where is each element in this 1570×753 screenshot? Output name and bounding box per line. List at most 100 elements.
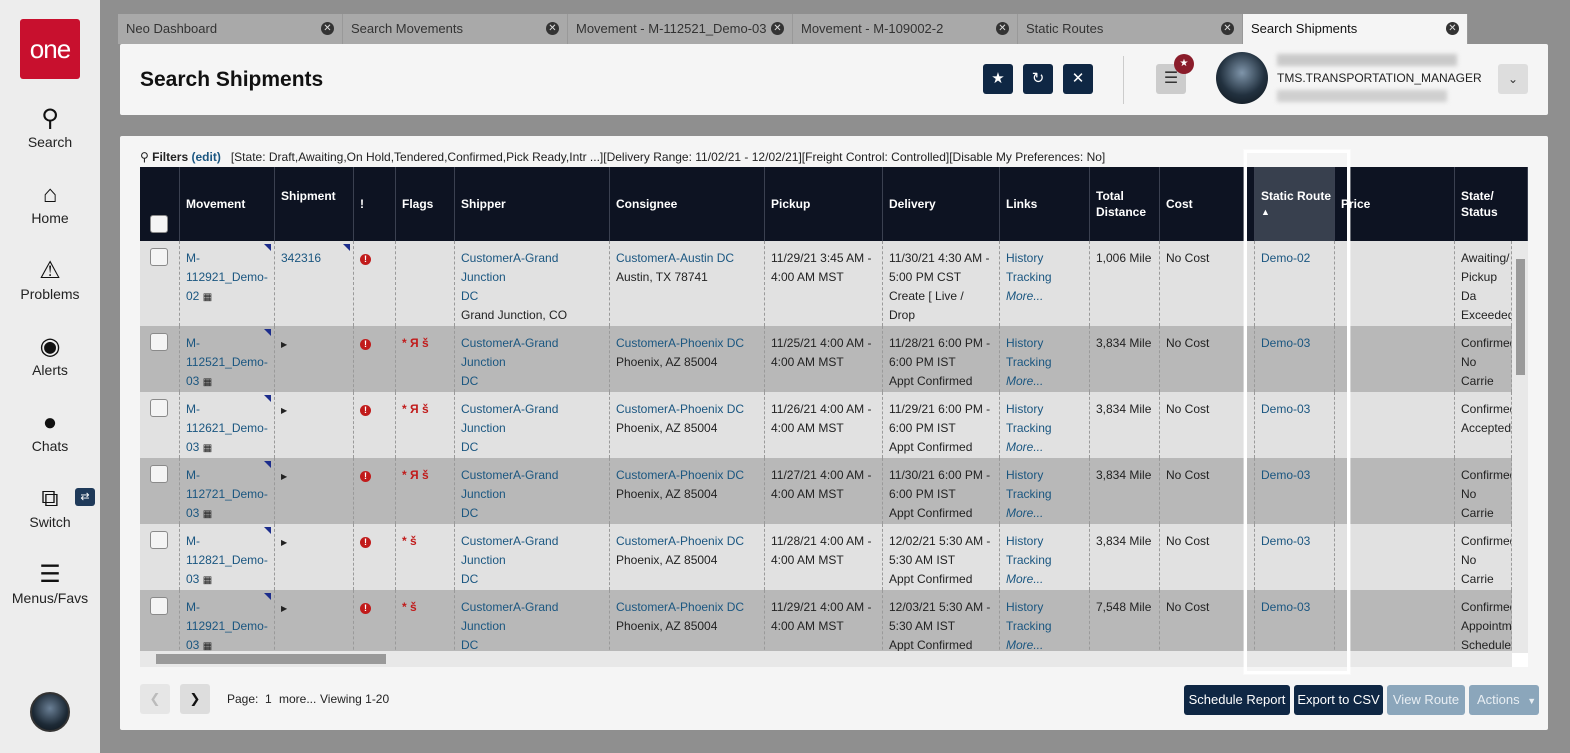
col-shipper[interactable]: Shipper — [455, 167, 610, 241]
shipper-link[interactable]: CustomerA-Grand Junction DC — [461, 251, 558, 303]
close-icon[interactable]: ✕ — [1221, 22, 1234, 35]
shipper-link[interactable]: CustomerA-Grand Junction DC — [461, 534, 558, 586]
alert-icon[interactable]: ! — [360, 603, 371, 614]
col-total-distance[interactable]: Total Distance — [1090, 167, 1160, 241]
row-checkbox[interactable] — [150, 531, 168, 549]
col-links[interactable]: Links — [1000, 167, 1090, 241]
movement-link[interactable]: M- 112721_Demo- 03 — [186, 468, 268, 520]
col-flags[interactable]: Flags — [396, 167, 455, 241]
static-route-link[interactable]: Demo-03 — [1261, 402, 1310, 416]
shipper-link[interactable]: CustomerA-Grand Junction DC — [461, 402, 558, 454]
col-price[interactable]: Price — [1335, 167, 1455, 241]
static-route-link[interactable]: Demo-03 — [1261, 600, 1310, 614]
view-route-button[interactable]: View Route — [1387, 685, 1465, 715]
switch-badge-icon[interactable]: ⇄ — [75, 488, 95, 506]
alert-icon[interactable]: ! — [360, 339, 371, 350]
col-consignee[interactable]: Consignee — [610, 167, 765, 241]
shipper-link[interactable]: CustomerA-Grand Junction DC — [461, 468, 558, 520]
tracking-link[interactable]: Tracking — [1006, 355, 1052, 369]
prev-page-button[interactable]: ❮ — [140, 684, 170, 714]
col-pickup[interactable]: Pickup — [765, 167, 883, 241]
tracking-link[interactable]: Tracking — [1006, 270, 1052, 284]
actions-dropdown-button[interactable]: Actions ▼ — [1469, 685, 1539, 715]
nav-problems[interactable]: ⚠ Problems — [0, 258, 100, 303]
movement-link[interactable]: M- 112821_Demo- 03 — [186, 534, 268, 586]
user-avatar-small[interactable] — [30, 692, 70, 732]
expand-arrow-icon[interactable]: ▶ — [281, 472, 287, 481]
vertical-scrollbar-thumb[interactable] — [1516, 259, 1525, 375]
more-link[interactable]: More... — [1006, 289, 1043, 303]
map-icon[interactable]: ▦ — [203, 443, 212, 454]
tab-search-shipments[interactable]: Search Shipments ✕ — [1243, 14, 1468, 44]
expand-arrow-icon[interactable]: ▶ — [281, 538, 287, 547]
consignee-link[interactable]: CustomerA-Phoenix DC — [616, 534, 744, 548]
map-icon[interactable]: ▦ — [203, 292, 212, 303]
movement-link[interactable]: M- 112621_Demo- 03 — [186, 402, 268, 454]
static-route-link[interactable]: Demo-03 — [1261, 534, 1310, 548]
more-link[interactable]: More... — [1006, 374, 1043, 388]
export-csv-button[interactable]: Export to CSV — [1294, 685, 1383, 715]
user-avatar[interactable] — [1216, 52, 1268, 104]
vertical-scrollbar[interactable] — [1512, 241, 1528, 653]
nav-search[interactable]: ⚲ Search — [0, 106, 100, 151]
col-shipment[interactable]: Shipment — [275, 167, 354, 241]
close-page-button[interactable]: ✕ — [1063, 64, 1093, 94]
history-link[interactable]: History — [1006, 534, 1043, 548]
tracking-link[interactable]: Tracking — [1006, 421, 1052, 435]
tab-movement-112521[interactable]: Movement - M-112521_Demo-03 ✕ — [568, 14, 793, 44]
row-checkbox[interactable] — [150, 333, 168, 351]
shipper-link[interactable]: CustomerA-Grand Junction DC — [461, 336, 558, 388]
tab-movement-109002[interactable]: Movement - M-109002-2 ✕ — [793, 14, 1018, 44]
table-row[interactable]: M- 112521_Demo- 03 ▦ ▶! * Я š CustomerA-Grand… — [140, 326, 1512, 392]
favorite-button[interactable]: ★ — [983, 64, 1013, 94]
alert-icon[interactable]: ! — [360, 537, 371, 548]
close-icon[interactable]: ✕ — [1446, 22, 1459, 35]
nav-alerts[interactable]: ◉ Alerts — [0, 334, 100, 379]
history-link[interactable]: History — [1006, 251, 1043, 265]
movement-link[interactable]: M- 112921_Demo- 02 — [186, 251, 268, 303]
page-number[interactable]: 1 — [265, 692, 272, 706]
horizontal-scrollbar-thumb[interactable] — [156, 654, 386, 664]
map-icon[interactable]: ▦ — [203, 575, 212, 586]
schedule-report-button[interactable]: Schedule Report — [1184, 685, 1290, 715]
row-checkbox[interactable] — [150, 465, 168, 483]
close-icon[interactable]: ✕ — [546, 22, 559, 35]
static-route-link[interactable]: Demo-03 — [1261, 468, 1310, 482]
tracking-link[interactable]: Tracking — [1006, 619, 1052, 633]
user-dropdown-button[interactable]: ⌄ — [1498, 64, 1528, 94]
alert-icon[interactable]: ! — [360, 254, 371, 265]
tab-neo-dashboard[interactable]: Neo Dashboard ✕ — [118, 14, 343, 44]
history-link[interactable]: History — [1006, 402, 1043, 416]
col-movement[interactable]: Movement — [180, 167, 275, 241]
table-row[interactable]: M- 112621_Demo- 03 ▦ ▶! * Я š CustomerA-Grand… — [140, 392, 1512, 458]
consignee-link[interactable]: CustomerA-Phoenix DC — [616, 336, 744, 350]
close-icon[interactable]: ✕ — [321, 22, 334, 35]
table-row[interactable]: M- 112921_Demo- 03 ▦ ▶! * š CustomerA-Grand J… — [140, 590, 1512, 660]
consignee-link[interactable]: CustomerA-Phoenix DC — [616, 402, 744, 416]
more-pages-link[interactable]: more... — [279, 692, 316, 706]
history-link[interactable]: History — [1006, 600, 1043, 614]
static-route-link[interactable]: Demo-03 — [1261, 336, 1310, 350]
filters-edit-link[interactable]: (edit) — [192, 150, 221, 164]
nav-chats[interactable]: ● Chats — [0, 410, 100, 455]
next-page-button[interactable]: ❯ — [180, 684, 210, 714]
shipment-link[interactable]: 342316 — [281, 251, 321, 265]
expand-arrow-icon[interactable]: ▶ — [281, 340, 287, 349]
col-static-route[interactable]: Static Route ▲ — [1255, 167, 1335, 241]
consignee-link[interactable]: CustomerA-Phoenix DC — [616, 468, 744, 482]
alert-icon[interactable]: ! — [360, 405, 371, 416]
col-cost[interactable]: Cost — [1160, 167, 1255, 241]
consignee-link[interactable]: CustomerA-Austin DC — [616, 251, 734, 265]
movement-link[interactable]: M- 112521_Demo- 03 — [186, 336, 268, 388]
refresh-button[interactable]: ↻ — [1023, 64, 1053, 94]
close-icon[interactable]: ✕ — [771, 22, 784, 35]
row-checkbox[interactable] — [150, 399, 168, 417]
shipper-link[interactable]: CustomerA-Grand Junction DC — [461, 600, 558, 652]
col-alert[interactable]: ! — [354, 167, 396, 241]
consignee-link[interactable]: CustomerA-Phoenix DC — [616, 600, 744, 614]
row-checkbox[interactable] — [150, 248, 168, 266]
app-logo[interactable]: one — [20, 19, 80, 79]
more-link[interactable]: More... — [1006, 506, 1043, 520]
map-icon[interactable]: ▦ — [203, 509, 212, 520]
more-link[interactable]: More... — [1006, 572, 1043, 586]
